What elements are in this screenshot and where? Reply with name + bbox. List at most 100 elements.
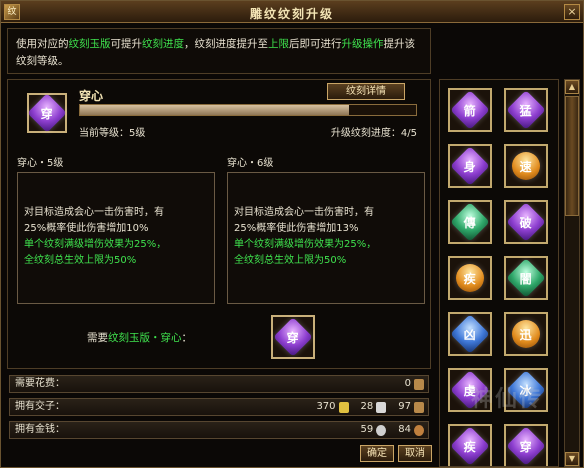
gold-jiaozi-icon	[338, 401, 349, 413]
cost-value-group: 0	[405, 376, 424, 392]
effect-note: 全纹刻总生效上限为50%	[234, 255, 347, 266]
confirm-button[interactable]: 确定	[360, 445, 394, 462]
rune-glyph: 箭	[463, 103, 477, 118]
jiaozi-label: 拥有交子：	[15, 401, 65, 412]
rune-glyph: 疾	[463, 439, 477, 454]
rune-glyph: 身	[463, 159, 477, 174]
inventory-slot[interactable]: 破	[504, 200, 548, 244]
effect-note: 全纹刻总生效上限为50%	[24, 255, 137, 266]
rune-icon: 身	[450, 146, 490, 186]
rune-icon: 傳	[450, 202, 490, 242]
effect-line: 25%概率使此伤害增加13%	[234, 223, 359, 234]
rune-icon: 闇	[506, 258, 546, 298]
rune-icon: 破	[506, 202, 546, 242]
rune-glyph: 疾	[463, 271, 477, 286]
rune-icon: 穿	[27, 93, 67, 133]
rune-glyph: 穿	[286, 330, 300, 345]
rune-glyph: 傳	[463, 215, 477, 230]
silver-jiaozi-value: 28	[360, 401, 374, 412]
rune-detail-button[interactable]: 纹刻详情	[327, 83, 405, 100]
effect-line: 对目标造成会心一击伤害时，有	[234, 207, 374, 218]
cost-label: 需要花费：	[15, 378, 65, 389]
inventory-slot[interactable]: 箭	[448, 88, 492, 132]
money-label: 拥有金钱：	[15, 424, 65, 435]
progress-fill	[80, 105, 349, 115]
rune-name: 穿心	[79, 89, 104, 103]
copper-money-value: 84	[398, 424, 411, 435]
current-rune-slot[interactable]: 穿	[27, 93, 67, 133]
required-suffix: ：	[181, 332, 193, 344]
required-prefix: 需要	[87, 332, 108, 344]
effect-note: 单个纹刻满级增伤效果为25%，	[24, 239, 167, 250]
desc-highlight: 升级操作	[341, 38, 384, 50]
current-level-title: 穿心・5级	[17, 158, 64, 169]
silver-money-value: 59	[360, 424, 374, 435]
copper-jiaozi-icon	[414, 401, 424, 413]
desc-text: 使用对应的	[16, 38, 69, 50]
desc-text: 可提升	[110, 38, 143, 50]
rune-icon: 凶	[450, 314, 490, 354]
upgrade-progress-bar	[79, 104, 417, 116]
rune-glyph: 凶	[463, 327, 477, 342]
copper-jiaozi-value: 97	[398, 401, 411, 412]
copper-money-icon	[414, 424, 424, 436]
inventory-slot[interactable]: 疾	[448, 424, 492, 466]
rune-icon: 疾	[450, 258, 490, 298]
desc-highlight: 纹刻玉版	[68, 38, 111, 50]
current-level-effect-box: 对目标造成会心一击伤害时，有 25%概率使此伤害增加10% 单个纹刻满级增伤效果…	[17, 172, 215, 304]
inventory-slot[interactable]: 凶	[448, 312, 492, 356]
required-item-name: 纹刻玉版・穿心	[108, 332, 182, 344]
rune-icon: 猛	[506, 90, 546, 130]
inventory-slot[interactable]: 迅	[504, 312, 548, 356]
upgrade-progress-text: 升级纹刻进度：4/5	[330, 128, 417, 139]
rune-glyph: 破	[519, 215, 533, 230]
rune-icon: 疾	[450, 426, 490, 466]
inventory-slot[interactable]: 猛	[504, 88, 548, 132]
effect-line: 对目标造成会心一击伤害时，有	[24, 207, 164, 218]
effect-note: 单个纹刻满级增伤效果为25%，	[234, 239, 377, 250]
silver-jiaozi-icon	[376, 401, 387, 413]
next-level-title: 穿心・6级	[227, 158, 274, 169]
jiaozi-row: 拥有交子： 370 28 97	[9, 398, 429, 416]
cancel-button[interactable]: 取消	[398, 445, 432, 462]
silver-money-icon	[376, 424, 387, 436]
instruction-text: 使用对应的纹刻玉版可提升纹刻进度，纹刻进度提升至上限后即可进行升级操作提升该纹刻…	[7, 28, 431, 74]
scroll-thumb[interactable]	[565, 96, 579, 216]
required-item-slot[interactable]: 穿	[271, 315, 315, 359]
desc-text: ，纹刻进度提升至	[184, 38, 268, 50]
inventory-slot[interactable]: 傳	[448, 200, 492, 244]
rune-icon: 速	[506, 146, 546, 186]
rune-icon: 箭	[450, 90, 490, 130]
desc-highlight: 纹刻进度	[142, 38, 184, 50]
inventory-slot[interactable]: 穿	[504, 424, 548, 466]
gold-jiaozi-value: 370	[316, 401, 336, 412]
inventory-scrollbar[interactable]: ▲ ▼	[564, 79, 580, 467]
effect-line: 25%概率使此伤害增加10%	[24, 223, 149, 234]
site-watermark: 神仙传	[471, 387, 544, 412]
inventory-slot[interactable]: 闇	[504, 256, 548, 300]
inventory-slot[interactable]: 疾	[448, 256, 492, 300]
scroll-up-icon[interactable]: ▲	[565, 80, 579, 94]
jiaozi-values: 370 28 97	[316, 399, 424, 415]
rune-glyph: 闇	[519, 271, 533, 286]
rune-glyph: 猛	[519, 103, 533, 118]
rune-glyph: 穿	[40, 106, 54, 121]
required-item-label: 需要纹刻玉版・穿心：	[87, 330, 192, 345]
title-bar[interactable]: 纹 雕纹纹刻升级 ×	[1, 1, 583, 23]
rune-glyph: 穿	[519, 439, 533, 454]
desc-highlight: 上限	[268, 38, 289, 50]
rune-icon: 穿	[506, 426, 546, 466]
scroll-down-icon[interactable]: ▼	[565, 452, 579, 466]
inventory-slot[interactable]: 速	[504, 144, 548, 188]
rune-glyph: 迅	[519, 327, 533, 342]
desc-text: 后即可进行	[289, 38, 342, 50]
rune-icon: 迅	[506, 314, 546, 354]
inventory-slot[interactable]: 身	[448, 144, 492, 188]
rune-upgrade-window: 纹 雕纹纹刻升级 × 使用对应的纹刻玉版可提升纹刻进度，纹刻进度提升至上限后即可…	[0, 0, 584, 468]
required-rune-icon: 穿	[273, 317, 313, 357]
close-button[interactable]: ×	[564, 4, 580, 20]
window-title: 雕纹纹刻升级	[249, 7, 334, 21]
copper-coin-icon	[414, 378, 424, 390]
cost-value: 0	[404, 378, 411, 389]
money-row: 拥有金钱： 59 84	[9, 421, 429, 439]
